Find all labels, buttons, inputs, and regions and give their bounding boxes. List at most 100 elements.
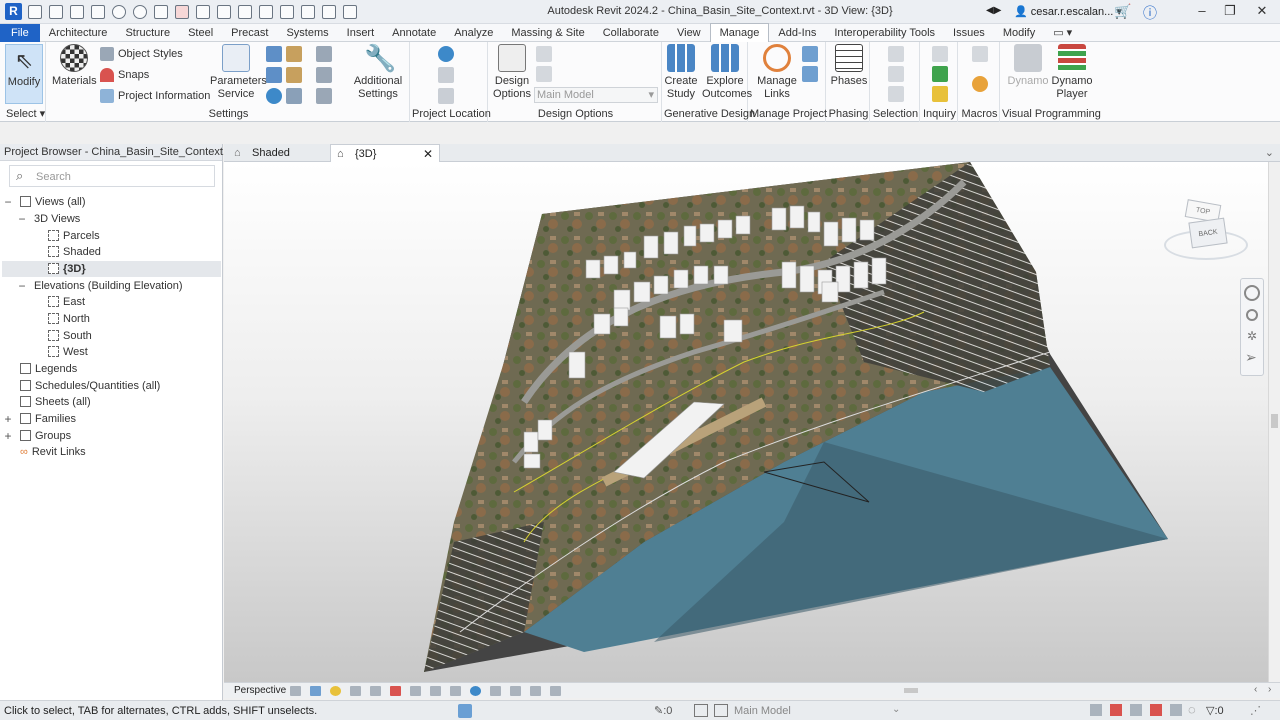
mep-settings-icon[interactable] <box>316 46 332 62</box>
tab-steel[interactable]: Steel <box>179 24 222 42</box>
object-styles-button[interactable]: Object Styles <box>100 47 183 61</box>
tree-node-east[interactable]: East <box>48 294 85 310</box>
horizontal-scroll-thumb[interactable] <box>904 688 918 693</box>
expand-icon[interactable]: + <box>3 429 13 443</box>
macro-security-icon[interactable] <box>972 76 988 92</box>
status-design-option[interactable]: Main Model <box>734 705 791 717</box>
tree-node-views-all[interactable]: Views (all) <box>20 194 86 210</box>
decal-types-icon[interactable] <box>802 66 818 82</box>
perspective-label[interactable]: Perspective <box>234 685 286 696</box>
chevron-down-icon[interactable]: ⌄ <box>892 704 900 715</box>
undo-icon[interactable] <box>112 5 126 19</box>
scroll-left-arrow-icon[interactable]: ‹ <box>1254 684 1257 695</box>
shadows-icon[interactable] <box>330 686 341 696</box>
viewcube[interactable]: TOP BACK <box>1162 199 1250 272</box>
tree-node-sheets[interactable]: Sheets (all) <box>20 394 91 410</box>
tree-node-west[interactable]: West <box>48 344 88 360</box>
user-account[interactable]: 👤 cesar.r.escalan... ▾ <box>1014 5 1122 18</box>
tree-node-elevations[interactable]: Elevations (Building Elevation) <box>34 278 183 294</box>
select-by-face-icon[interactable] <box>1150 704 1162 716</box>
steering-wheel-icon[interactable] <box>1244 285 1260 301</box>
select-by-id-icon[interactable] <box>932 66 948 82</box>
3d-viewport[interactable]: TOP BACK ✲ ➢ <box>224 162 1268 682</box>
home-icon[interactable] <box>28 5 42 19</box>
add-to-set-icon[interactable] <box>536 46 552 62</box>
close-icon[interactable]: ✕ <box>423 145 433 163</box>
section-icon[interactable] <box>280 5 294 19</box>
save-selection-icon[interactable] <box>888 46 904 62</box>
close-hidden-windows-icon[interactable] <box>322 5 336 19</box>
browser-search-input[interactable]: ⌕ Search <box>9 165 215 187</box>
project-information-button[interactable]: Project Information <box>100 89 210 103</box>
tab-precast[interactable]: Precast <box>222 24 277 42</box>
collapse-icon[interactable]: − <box>3 195 13 209</box>
fly-icon[interactable]: ➢ <box>1245 349 1257 366</box>
print-icon[interactable] <box>154 5 168 19</box>
tree-node-revit-links[interactable]: ∞ Revit Links <box>20 444 86 460</box>
collapse-icon[interactable]: − <box>17 279 27 293</box>
maximize-button[interactable]: ❐ <box>1218 2 1242 20</box>
position-icon[interactable] <box>438 88 454 104</box>
tab-massing-site[interactable]: Massing & Site <box>502 24 593 42</box>
measure-icon[interactable] <box>175 5 189 19</box>
contextual-tab-options-icon[interactable]: ▭ ▾ <box>1044 24 1081 42</box>
minimize-button[interactable]: – <box>1190 2 1214 20</box>
viewcube-back-face[interactable]: BACK <box>1188 217 1228 249</box>
text-icon[interactable] <box>238 5 252 19</box>
shared-parameters-icon[interactable] <box>266 46 282 62</box>
scroll-right-arrow-icon[interactable]: › <box>1268 684 1271 695</box>
coordinates-icon[interactable] <box>438 67 454 83</box>
drag-on-selection-icon[interactable] <box>1170 704 1182 716</box>
sun-path-icon[interactable] <box>310 686 321 696</box>
dynamo-button[interactable]: Dynamo <box>1006 44 1050 88</box>
tab-analyze[interactable]: Analyze <box>445 24 502 42</box>
tab-systems[interactable]: Systems <box>277 24 337 42</box>
reveal-constraints-icon[interactable] <box>510 686 521 696</box>
modify-button[interactable]: ⇖ Modify <box>5 44 43 104</box>
view-tab-shaded[interactable]: ⌂ Shaded <box>228 144 332 162</box>
worksharing-display-icon[interactable] <box>530 686 541 696</box>
structural-settings-icon[interactable] <box>286 88 302 104</box>
load-selection-icon[interactable] <box>888 66 904 82</box>
show-crop-icon[interactable] <box>390 686 401 696</box>
save-icon[interactable] <box>70 5 84 19</box>
thin-lines-icon[interactable] <box>301 5 315 19</box>
highlight-displacement-icon[interactable] <box>490 686 501 696</box>
macro-manager-icon[interactable] <box>972 46 988 62</box>
redo-icon[interactable] <box>133 5 147 19</box>
pick-to-edit-icon[interactable] <box>536 66 552 82</box>
select-underlay-icon[interactable] <box>1110 704 1122 716</box>
transfer-standards-icon[interactable] <box>266 67 282 83</box>
revit-app-icon[interactable]: R <box>5 3 22 20</box>
temporary-hide-icon[interactable] <box>430 686 441 696</box>
filter-indicator[interactable]: ▽:0 <box>1206 704 1224 717</box>
zoom-icon[interactable] <box>1246 309 1258 321</box>
tree-node-schedules[interactable]: Schedules/Quantities (all) <box>20 378 160 394</box>
phases-button[interactable]: Phases <box>830 44 868 88</box>
tab-file[interactable]: File <box>0 23 40 42</box>
tab-view[interactable]: View <box>668 24 710 42</box>
snaps-button[interactable]: Snaps <box>100 68 149 82</box>
tree-node-south[interactable]: South <box>48 328 92 344</box>
location-weather-icon[interactable] <box>316 88 332 104</box>
tab-modify[interactable]: Modify <box>994 24 1044 42</box>
default-3d-view-icon[interactable] <box>259 5 273 19</box>
analytical-model-icon[interactable] <box>470 686 481 696</box>
tag-icon[interactable] <box>217 5 231 19</box>
unlocked-3d-view-icon[interactable] <box>410 686 421 696</box>
cart-icon[interactable]: 🛒 <box>1114 3 1131 20</box>
orbit-icon[interactable]: ✲ <box>1247 329 1257 343</box>
switch-windows-icon[interactable] <box>343 5 357 19</box>
vertical-scroll-thumb[interactable] <box>1271 414 1278 428</box>
tree-node-legends[interactable]: Legends <box>20 361 77 377</box>
close-button[interactable]: ✕ <box>1250 2 1274 20</box>
select-pinned-icon[interactable] <box>1130 704 1142 716</box>
tab-issues[interactable]: Issues <box>944 24 994 42</box>
tab-insert[interactable]: Insert <box>338 24 384 42</box>
vertical-scrollbar[interactable] <box>1268 162 1280 682</box>
editable-worksets-indicator[interactable]: ✎:0 <box>654 704 672 717</box>
tab-add-ins[interactable]: Add-Ins <box>769 24 825 42</box>
project-units-icon[interactable] <box>266 88 282 104</box>
materials-button[interactable]: Materials <box>52 44 97 88</box>
purge-unused-icon[interactable] <box>286 67 302 83</box>
